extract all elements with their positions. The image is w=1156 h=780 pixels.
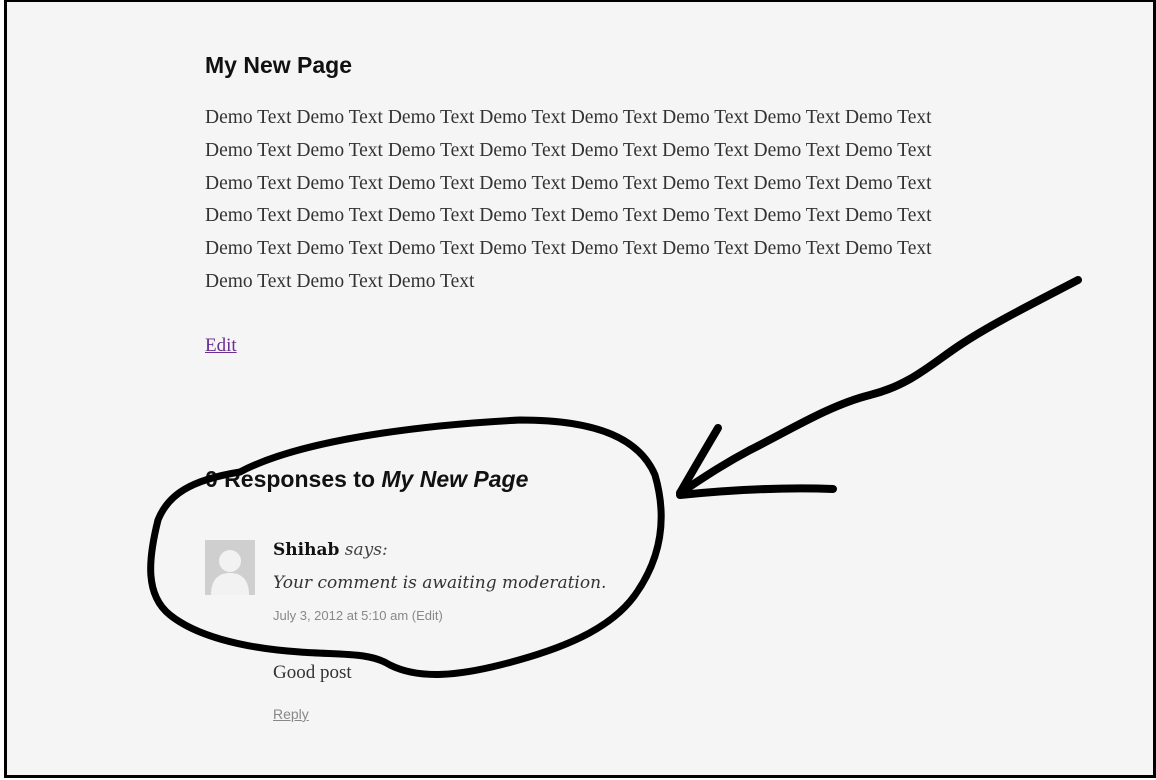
responses-heading: 0 Responses to My New Page — [205, 466, 528, 493]
comment-meta: July 3, 2012 at 5:10 am (Edit) — [273, 608, 443, 623]
comment-says-label: says: — [344, 540, 388, 560]
reply-link[interactable]: Reply — [273, 706, 309, 722]
responses-page-title: My New Page — [381, 466, 529, 492]
page-title: My New Page — [205, 52, 352, 78]
comment-date[interactable]: July 3, 2012 at 5:10 am — [273, 608, 408, 623]
edit-page-link[interactable]: Edit — [205, 335, 237, 357]
comment-author-name: Shihab — [273, 540, 340, 560]
comment-author-line: Shihab says: — [273, 540, 388, 560]
comment-edit-link[interactable]: (Edit) — [412, 608, 443, 623]
moderation-notice: Your comment is awaiting moderation. — [273, 573, 607, 593]
default-avatar-icon — [205, 540, 255, 595]
comment-body: Good post — [273, 662, 352, 683]
page-body-text: Demo Text Demo Text Demo Text Demo Text … — [205, 107, 932, 292]
responses-count-label: 0 Responses to — [205, 466, 382, 492]
